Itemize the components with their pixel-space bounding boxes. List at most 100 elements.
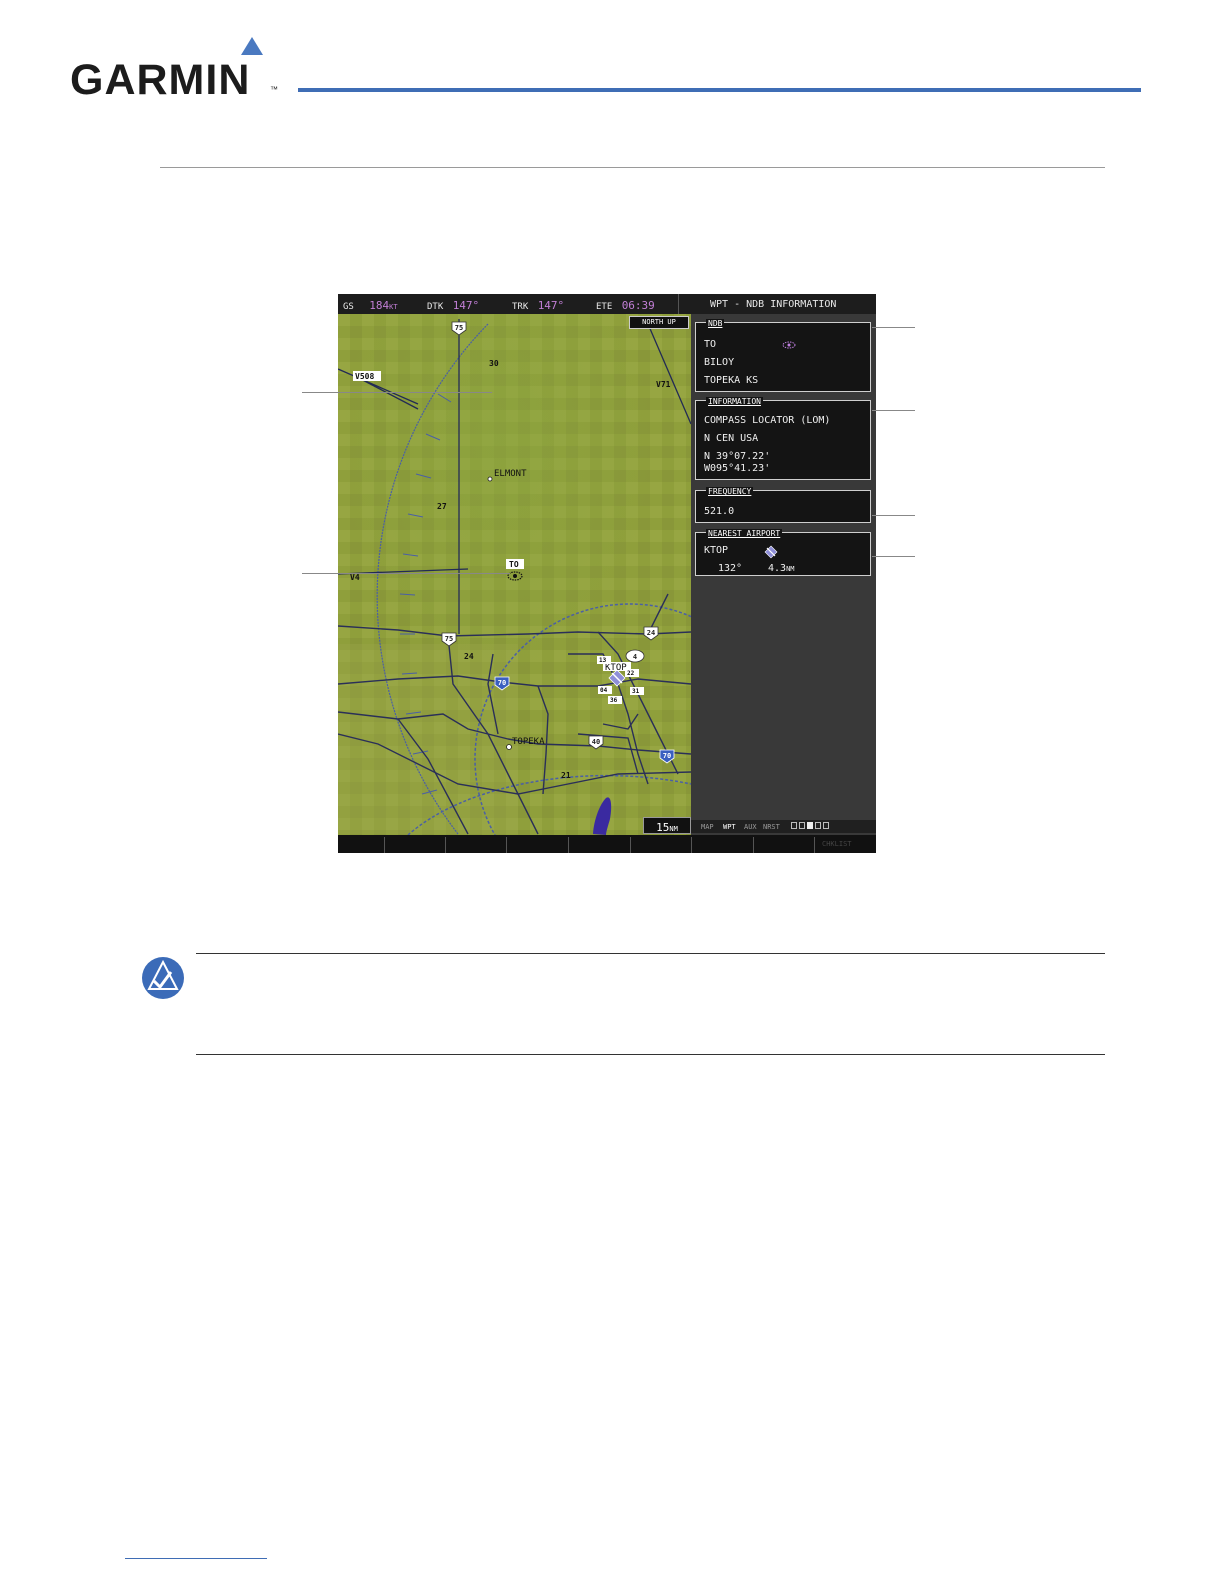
nearest-airport-distance-field: 4.3NM — [768, 563, 795, 574]
svg-text:40: 40 — [592, 738, 600, 746]
page-box — [823, 822, 829, 829]
page-group-aux: AUX — [744, 823, 757, 831]
ndb-city: TOPEKA KS — [704, 375, 759, 386]
trk-label: TRK — [512, 302, 529, 312]
airway-v4: V4 — [350, 573, 360, 582]
softkey-divider — [753, 837, 754, 853]
trademark: ™ — [270, 85, 278, 94]
footer-link-underline — [125, 1558, 267, 1559]
softkey-divider — [814, 837, 815, 853]
nearest-airport-distance: 4.3 — [768, 563, 787, 574]
ndb-ident-map: TO — [509, 560, 519, 569]
ndb-symbol-icon — [782, 341, 796, 349]
page-group-indicator: MAP WPT AUX NRST — [691, 820, 876, 833]
softkey-divider — [630, 837, 631, 853]
callout-line — [302, 573, 510, 574]
gs-value: 184 — [369, 299, 390, 312]
note-bottom-rule — [196, 1054, 1105, 1055]
page-group-wpt: WPT — [723, 823, 736, 831]
dtk-field: DTK 147° — [427, 299, 479, 312]
topeka-town-icon — [506, 744, 512, 750]
label-30: 30 — [489, 359, 499, 368]
nearest-airport-box-title: NEAREST AIRPORT — [706, 529, 783, 538]
callout-line — [872, 515, 915, 516]
runway-22: 22 — [627, 670, 635, 677]
svg-text:4: 4 — [633, 653, 637, 661]
frequency-box-title: FREQUENCY — [706, 487, 754, 496]
softkey-divider — [506, 837, 507, 853]
nearest-airport-bearing: 132° — [718, 563, 743, 574]
page-box — [815, 822, 821, 829]
ndb-latitude: N 39°07.22' — [704, 451, 771, 462]
ete-label: ETE — [596, 302, 613, 312]
dtk-label: DTK — [427, 302, 444, 312]
frequency-box: FREQUENCY 521.0 — [695, 487, 871, 523]
header-rule — [298, 88, 1141, 92]
map-orientation: NORTH UP — [642, 318, 676, 326]
airway-v508: V508 — [355, 372, 374, 381]
svg-text:24: 24 — [647, 629, 655, 637]
ndb-ident-field[interactable]: TO — [704, 339, 716, 350]
nearest-airport-ident[interactable]: KTOP — [704, 545, 728, 556]
waypoint-info-panel: NDB TO BILOY TOPEKA KS INFORMATION COMPA… — [691, 314, 876, 835]
note-check-icon — [142, 957, 184, 999]
ndb-type: COMPASS LOCATOR (LOM) — [704, 415, 831, 426]
trk-field: TRK 147° — [512, 299, 564, 312]
runway-04: 04 — [600, 687, 608, 694]
nearest-airport-box: NEAREST AIRPORT KTOP 132° 4.3NM — [695, 529, 871, 576]
information-box: INFORMATION COMPASS LOCATOR (LOM) N CEN … — [695, 397, 871, 480]
ndb-longitude: W095°41.23' — [704, 463, 771, 474]
topbar-divider — [678, 294, 679, 314]
trk-value: 147° — [537, 299, 565, 312]
page-group-nrst: NRST — [763, 823, 780, 831]
dtk-value: 147° — [452, 299, 480, 312]
map-range: 15 — [656, 821, 670, 834]
label-21: 21 — [561, 771, 571, 780]
svg-text:75: 75 — [445, 635, 453, 643]
page-box — [799, 822, 805, 829]
airway-v71: V71 — [656, 380, 671, 389]
softkey-divider — [691, 837, 692, 853]
page-box — [791, 822, 797, 829]
softkey-divider — [568, 837, 569, 853]
ndb-box-title: NDB — [706, 319, 725, 328]
gs-label: GS — [343, 302, 354, 312]
softkey-checklist[interactable]: CHKLIST — [822, 840, 852, 848]
svg-text:70: 70 — [663, 752, 671, 760]
map-range-unit: NM — [669, 825, 678, 833]
nearest-airport-distance-unit: NM — [786, 565, 795, 573]
ete-field: ETE 06:39 — [596, 299, 655, 312]
ndb-name: BILOY — [704, 357, 735, 368]
section-rule — [160, 167, 1105, 168]
elmont-town-icon — [487, 476, 493, 482]
page-title: WPT - NDB INFORMATION — [710, 299, 837, 310]
state-highway-4-shield: 4 — [625, 649, 645, 663]
ndb-box: NDB TO BILOY TOPEKA KS — [695, 319, 871, 392]
ndb-region: N CEN USA — [704, 433, 759, 444]
label-24: 24 — [464, 652, 474, 661]
airport-ktop-map: KTOP — [605, 663, 627, 673]
note-top-rule — [196, 953, 1105, 954]
gs-field: GS 184KT — [343, 299, 398, 312]
town-topeka: TOPEKA — [512, 737, 545, 747]
svg-text:70: 70 — [498, 679, 506, 687]
map-range-badge[interactable]: 15NM — [643, 817, 691, 834]
softkey-divider — [445, 837, 446, 853]
airport-symbol-icon — [764, 545, 778, 559]
information-box-title: INFORMATION — [706, 397, 763, 406]
softkey-divider — [384, 837, 385, 853]
nav-status-bar: GS 184KT DTK 147° TRK 147° ETE 06:39 WPT… — [338, 294, 876, 314]
svg-text:75: 75 — [455, 324, 463, 332]
logo-triangle-icon — [241, 37, 263, 55]
runway-31: 31 — [632, 688, 640, 695]
page-box-active — [807, 822, 813, 829]
callout-line — [302, 392, 492, 393]
softkey-bar: CHKLIST — [338, 835, 876, 853]
label-27: 27 — [437, 502, 447, 511]
garmin-logo: GARMIN — [70, 56, 251, 104]
callout-line — [872, 556, 915, 557]
page-group-map: MAP — [701, 823, 714, 831]
map-orientation-badge[interactable]: NORTH UP — [629, 316, 689, 329]
ndb-frequency: 521.0 — [704, 506, 735, 517]
gs-unit: KT — [389, 303, 398, 311]
